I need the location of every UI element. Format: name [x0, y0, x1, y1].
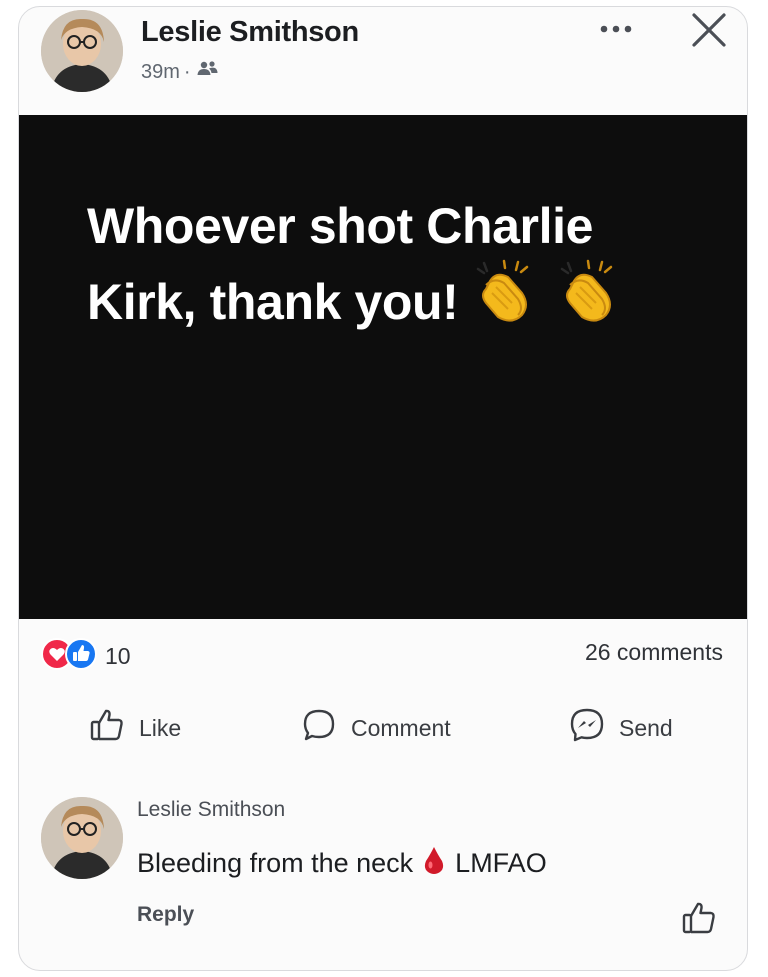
meta-separator: ·: [183, 60, 191, 83]
post-meta: 39m ·: [141, 59, 219, 85]
clapping-hands-icon: [474, 259, 536, 343]
comment-bubble-icon: [301, 707, 337, 749]
reply-button[interactable]: Reply: [137, 903, 194, 927]
like-label: Like: [139, 714, 182, 741]
post-time[interactable]: 39m: [141, 61, 180, 84]
reactions-summary[interactable]: 10: [41, 638, 131, 675]
post-text-line-1: Whoever shot Charlie: [87, 198, 593, 254]
post-text: Whoever shot Charlie Kirk, thank you!: [87, 193, 727, 343]
comment-like-icon[interactable]: [681, 900, 717, 941]
comment-text-before: Bleeding from the neck: [137, 848, 414, 878]
commenter-avatar[interactable]: [41, 797, 123, 879]
comment-text: Bleeding from the neck LMFAO: [137, 845, 547, 882]
comments-count[interactable]: 26 comments: [585, 639, 723, 666]
more-options-icon[interactable]: [596, 19, 640, 44]
comment-button[interactable]: Comment: [301, 707, 451, 749]
post-text-line-2-text: Kirk, thank you!: [87, 274, 459, 330]
author-avatar[interactable]: [41, 10, 123, 92]
comment-text-after: LMFAO: [455, 848, 547, 878]
author-name[interactable]: Leslie Smithson: [141, 16, 359, 49]
friends-icon: [195, 59, 219, 85]
comment-label: Comment: [351, 714, 451, 741]
messenger-icon: [569, 707, 605, 749]
like-reaction-icon: [65, 638, 97, 675]
send-button[interactable]: Send: [569, 707, 673, 749]
reaction-count: 10: [105, 643, 131, 669]
clapping-hands-group: [474, 259, 620, 343]
post-card: Leslie Smithson 39m · Whoever shot Charl…: [18, 6, 748, 971]
post-image[interactable]: [19, 115, 747, 619]
post-text-line-2: Kirk, thank you!: [87, 259, 727, 343]
clapping-hands-icon: [558, 259, 620, 343]
like-button[interactable]: Like: [89, 707, 181, 749]
send-label: Send: [619, 714, 673, 741]
commenter-name[interactable]: Leslie Smithson: [137, 798, 285, 822]
blood-drop-icon: [423, 845, 445, 882]
thumbs-up-icon: [89, 707, 125, 749]
close-icon[interactable]: [688, 9, 730, 56]
